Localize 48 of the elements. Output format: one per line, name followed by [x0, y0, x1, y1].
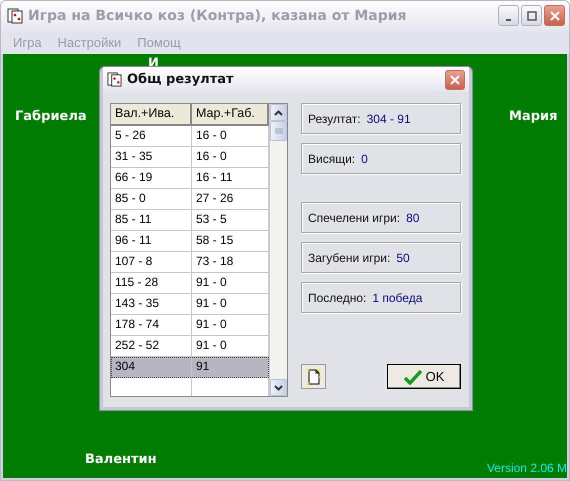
minimize-icon	[506, 18, 511, 20]
player-name: Габриела	[15, 109, 87, 124]
table-row[interactable]: 96 - 11 58 - 15	[111, 231, 269, 252]
stat-label: Висящи:	[308, 152, 356, 166]
stat-label: Спечелени игри:	[308, 210, 400, 224]
stat-value: 50	[396, 250, 410, 264]
scroll-thumb[interactable]	[270, 121, 287, 141]
close-icon	[450, 74, 460, 84]
stat-value: 0	[361, 152, 368, 166]
maximize-icon	[526, 10, 536, 20]
minimize-button[interactable]	[498, 5, 519, 26]
table-row[interactable]: 178 - 74 91 - 0	[111, 315, 269, 336]
table-row[interactable]: 85 - 0 27 - 26	[111, 189, 269, 210]
maximize-button[interactable]	[521, 5, 542, 26]
table-row[interactable]: 143 - 35 91 - 0	[111, 294, 269, 315]
close-button[interactable]	[445, 70, 465, 90]
column-header[interactable]: Вал.+Ива.	[111, 104, 192, 124]
table-row[interactable]: 107 - 8 73 - 18	[111, 252, 269, 273]
chevron-down-icon	[274, 384, 283, 390]
stat-value: 1 победа	[372, 290, 422, 304]
close-button[interactable]	[544, 5, 565, 26]
player-name: Мария	[509, 109, 558, 124]
table-row[interactable]: 31 - 35 16 - 0	[111, 147, 269, 168]
ok-button[interactable]: OK	[387, 364, 461, 389]
table-row[interactable]: 304 91	[111, 357, 269, 378]
scroll-up-button[interactable]	[270, 104, 287, 121]
scroll-down-button[interactable]	[270, 379, 287, 396]
cards-icon	[7, 8, 23, 24]
cards-icon	[107, 72, 122, 87]
new-document-icon	[306, 368, 322, 386]
table-row[interactable]: 85 - 11 53 - 5	[111, 210, 269, 231]
scrollbar[interactable]	[269, 104, 287, 396]
table-row[interactable]: 5 - 26 16 - 0	[111, 126, 269, 147]
dialog-title: Общ резултат	[127, 72, 235, 87]
table-row[interactable]: 66 - 19 16 - 11	[111, 168, 269, 189]
stat-label: Загубени игри:	[308, 250, 390, 264]
chevron-up-icon	[274, 110, 283, 116]
table-row[interactable]: 115 - 28 91 - 0	[111, 273, 269, 294]
stat-label: Последно:	[308, 290, 366, 304]
stat-value: 304 - 91	[366, 112, 411, 126]
checkmark-icon	[404, 368, 422, 384]
close-icon	[550, 10, 560, 20]
stat-value: 80	[406, 210, 420, 224]
player-name: Валентин	[85, 452, 157, 467]
window-title: Игра на Всичко коз (Контра), казана от Мария	[28, 8, 408, 24]
stat-label: Резултат:	[308, 112, 361, 126]
new-document-button[interactable]	[301, 364, 326, 389]
version-label: Version 2.06 M	[486, 461, 567, 475]
